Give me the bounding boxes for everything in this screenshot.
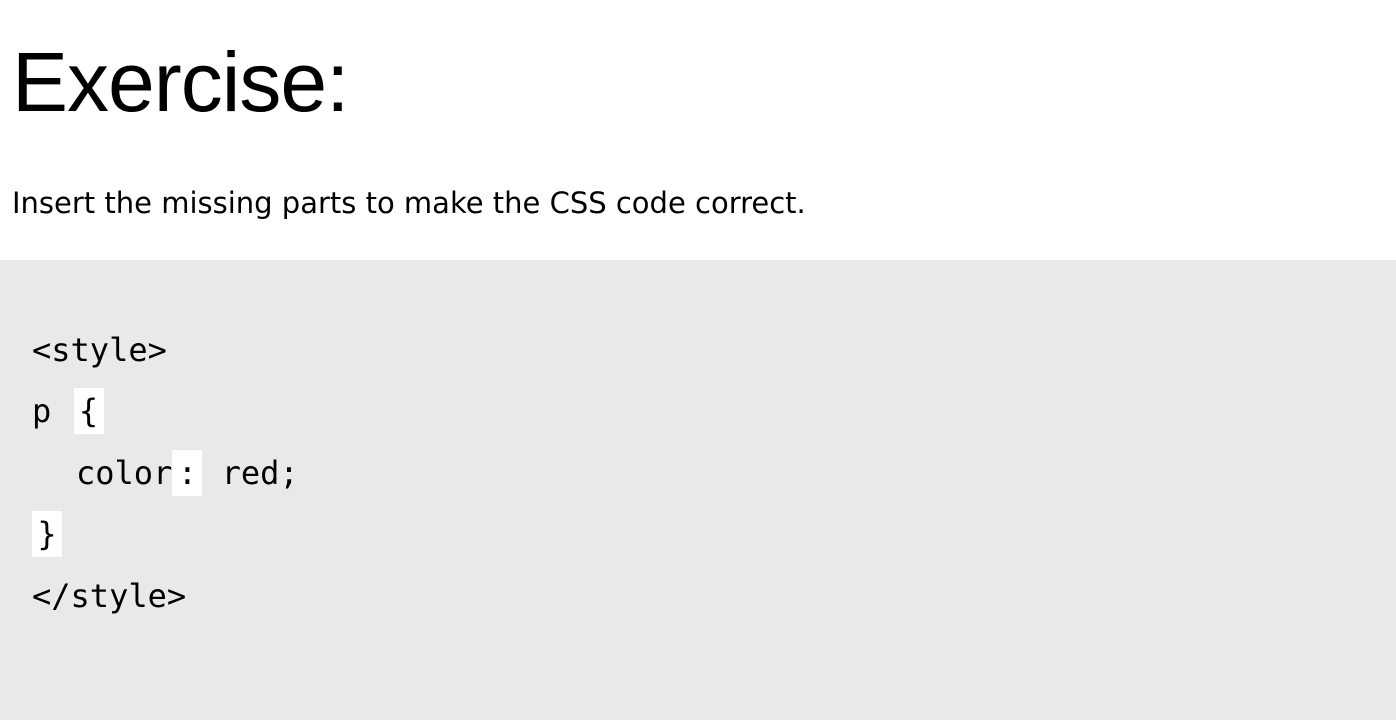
- code-line-selector: p {: [32, 388, 104, 434]
- code-line-declaration: color: red;: [76, 450, 299, 496]
- code-line-close-brace: }: [32, 511, 62, 557]
- property-text: color: [76, 454, 173, 492]
- value-text: red;: [202, 454, 299, 492]
- blank-input-close-brace[interactable]: }: [32, 511, 62, 557]
- selector-text: p: [32, 392, 71, 430]
- code-editor-panel: <style> p { color: red; } </style>: [0, 260, 1396, 720]
- code-line-open-style: <style>: [32, 331, 167, 369]
- exercise-heading: Exercise:: [12, 35, 349, 129]
- exercise-instructions: Insert the missing parts to make the CSS…: [12, 186, 806, 220]
- blank-input-open-brace[interactable]: {: [73, 388, 104, 434]
- blank-input-colon[interactable]: :: [172, 450, 203, 496]
- code-line-close-style: </style>: [32, 577, 187, 615]
